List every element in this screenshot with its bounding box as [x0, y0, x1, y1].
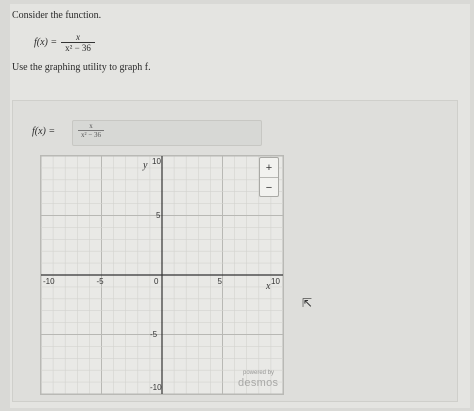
answer-denominator: x² − 36 — [78, 130, 105, 139]
x-tick-label: -10 — [43, 277, 55, 286]
graph-grid — [41, 156, 283, 394]
zoom-controls: + − — [259, 157, 279, 197]
x-tick-label: 5 — [217, 277, 222, 286]
answer-function-name: f(x) = — [32, 126, 56, 137]
y-tick-label: 5 — [156, 210, 161, 220]
function-fraction: x x² − 36 — [61, 32, 95, 53]
powered-by-text: powered by — [243, 370, 275, 376]
answer-fraction: x x² − 36 — [78, 122, 105, 139]
x-tick-label: 10 — [271, 277, 280, 286]
x-tick-label: 0 — [154, 277, 159, 286]
y-tick-label: -5 — [150, 329, 158, 339]
question-prompt: Consider the function. — [12, 10, 102, 21]
function-name: f(x) = — [34, 37, 58, 48]
desmos-logo[interactable]: desmos — [238, 377, 278, 389]
fraction-denominator: x² − 36 — [61, 42, 95, 53]
answer-numerator: x — [89, 122, 93, 130]
y-tick-label: 10 — [152, 157, 161, 166]
x-tick-label: -5 — [96, 277, 104, 286]
mouse-pointer-icon: ⇱ — [302, 296, 313, 310]
zoom-in-button[interactable]: + — [260, 158, 278, 178]
x-axis-label: x — [266, 281, 271, 292]
zoom-out-button[interactable]: − — [260, 178, 278, 197]
function-definition: f(x) = x x² − 36 — [34, 32, 95, 53]
y-axis-label: y — [143, 160, 148, 171]
y-tick-label: -10 — [150, 383, 162, 392]
graph-area[interactable] — [40, 155, 284, 395]
fraction-numerator: x — [76, 32, 81, 42]
instruction-text: Use the graphing utility to graph f. — [12, 62, 151, 73]
